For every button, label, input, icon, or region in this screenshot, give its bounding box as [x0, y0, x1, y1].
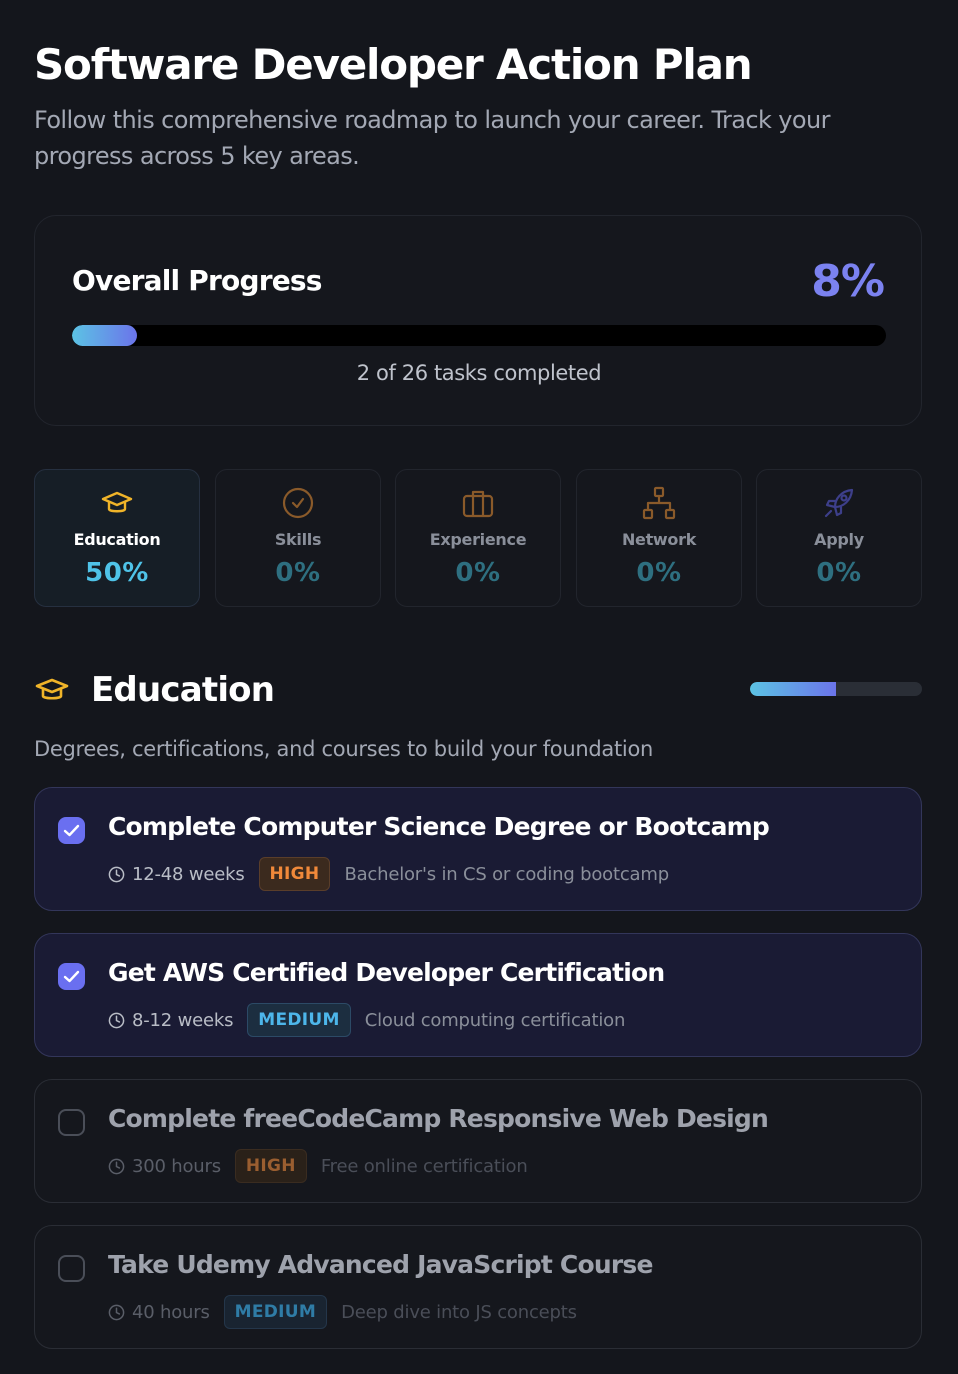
briefcase-icon [396, 485, 560, 521]
task-note: Free online certification [320, 1155, 528, 1177]
task-meta: 12-48 weeks HIGH Bachelor's in CS or cod… [108, 857, 669, 891]
task-duration: 300 hours [132, 1155, 221, 1177]
task-meta: 8-12 weeks MEDIUM Cloud computing certif… [108, 1003, 625, 1037]
checkmark-icon [63, 970, 80, 983]
task-checkbox[interactable] [58, 963, 85, 990]
task-title: Complete freeCodeCamp Responsive Web Des… [108, 1104, 769, 1133]
checkmark-icon [63, 824, 80, 837]
task-checkbox[interactable] [58, 817, 85, 844]
task-note: Deep dive into JS concepts [341, 1301, 577, 1323]
category-percent: 0% [636, 558, 682, 588]
task-duration: 8-12 weeks [132, 1009, 234, 1031]
task-card[interactable]: Get AWS Certified Developer Certificatio… [34, 933, 922, 1057]
check-circle-icon [216, 485, 380, 521]
overall-progress-card: Overall Progress 8% 2 of 26 tasks comple… [34, 215, 922, 426]
overall-progress-fill [72, 325, 138, 346]
page-title: Software Developer Action Plan [34, 40, 753, 89]
clock-icon [108, 1304, 125, 1320]
task-checkbox[interactable] [58, 1255, 85, 1282]
category-percent: 0% [455, 558, 501, 588]
clock-icon [108, 1158, 125, 1174]
task-checkbox[interactable] [58, 1109, 85, 1136]
task-duration: 12-48 weeks [132, 863, 245, 885]
task-card[interactable]: Complete Computer Science Degree or Boot… [34, 787, 922, 911]
section-progress-fill [750, 682, 836, 696]
task-card[interactable]: Take Udemy Advanced JavaScript Course 40… [34, 1225, 922, 1349]
category-name: Skills [274, 530, 322, 549]
task-title: Get AWS Certified Developer Certificatio… [108, 958, 665, 987]
overall-progress-label: Overall Progress [72, 264, 322, 297]
network-icon [577, 485, 741, 521]
section-title: Education [91, 670, 275, 710]
clock-icon [108, 1012, 125, 1028]
priority-badge: HIGH [234, 1149, 307, 1183]
task-title: Complete Computer Science Degree or Boot… [108, 812, 770, 841]
section-progress-bar [750, 682, 922, 696]
task-meta: 40 hours MEDIUM Deep dive into JS concep… [108, 1295, 577, 1329]
priority-badge: MEDIUM [223, 1295, 328, 1329]
rocket-icon [757, 485, 921, 521]
task-duration: 40 hours [132, 1301, 210, 1323]
category-tile-skills[interactable]: Skills 0% [215, 469, 381, 607]
category-tile-experience[interactable]: Experience 0% [395, 469, 561, 607]
priority-badge: MEDIUM [247, 1003, 351, 1037]
category-tile-education[interactable]: Education 50% [34, 469, 200, 607]
task-note: Cloud computing certification [364, 1009, 626, 1031]
task-note: Bachelor's in CS or coding bootcamp [344, 863, 669, 885]
category-percent: 0% [275, 558, 321, 588]
category-tile-apply[interactable]: Apply 0% [756, 469, 922, 607]
category-percent: 50% [85, 558, 149, 588]
category-tile-network[interactable]: Network 0% [576, 469, 742, 607]
graduation-cap-icon [35, 485, 199, 521]
page-subtitle: Follow this comprehensive roadmap to lau… [34, 106, 830, 170]
overall-progress-bar [72, 325, 886, 346]
section-description: Degrees, certifications, and courses to … [34, 737, 654, 761]
graduation-cap-icon [34, 674, 70, 706]
overall-progress-percent: 8% [811, 256, 885, 307]
clock-icon [108, 866, 125, 882]
category-name: Network [621, 530, 697, 549]
category-percent: 0% [816, 558, 862, 588]
task-title: Take Udemy Advanced JavaScript Course [108, 1250, 653, 1279]
category-tiles: Education 50% Skills 0% Experience 0% Ne… [34, 469, 922, 607]
category-name: Experience [429, 530, 527, 549]
priority-badge: HIGH [258, 857, 331, 891]
category-name: Apply [814, 530, 864, 549]
task-meta: 300 hours HIGH Free online certification [108, 1149, 528, 1183]
category-name: Education [73, 530, 161, 549]
task-card[interactable]: Complete freeCodeCamp Responsive Web Des… [34, 1079, 922, 1203]
tasks-completed-count: 2 of 26 tasks completed [356, 361, 602, 385]
